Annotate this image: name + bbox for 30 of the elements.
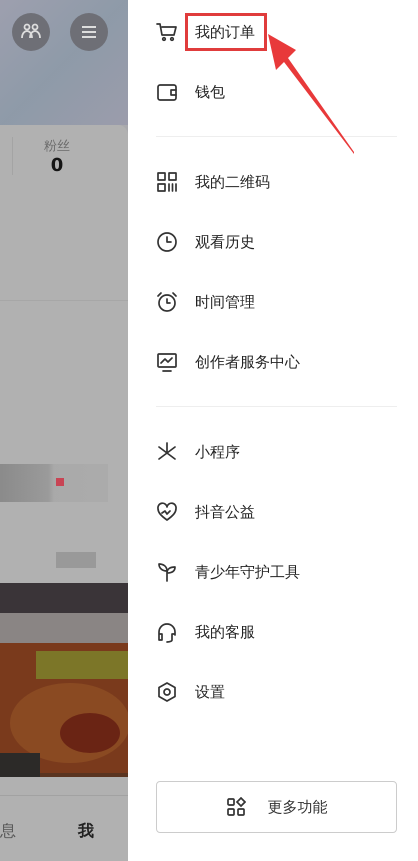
menu-item[interactable]: 青少年守护工具	[195, 562, 300, 582]
menu-item[interactable]: 我的二维码	[195, 172, 270, 192]
wallet-icon	[156, 81, 178, 103]
settings-icon	[156, 681, 178, 703]
monitor-icon	[156, 351, 178, 373]
stat-label: 粉丝	[44, 138, 70, 155]
menu-item[interactable]: 创作者服务中心	[195, 352, 300, 372]
menu-item[interactable]: 我的客服	[195, 622, 255, 642]
menu-item[interactable]: 钱包	[195, 82, 225, 102]
tab[interactable]: 我	[78, 821, 96, 842]
clock-icon	[156, 231, 178, 253]
menu-item[interactable]: 时间管理	[195, 292, 255, 312]
stat-value: 0	[50, 155, 64, 176]
menu-item[interactable]: 设置	[195, 682, 225, 702]
grid-icon	[226, 797, 246, 817]
menu-item[interactable]: 我的订单	[195, 22, 255, 42]
menu-item[interactable]: 观看历史	[195, 232, 255, 252]
friends-button[interactable]	[12, 13, 50, 51]
alarm-icon	[156, 291, 178, 313]
sprout-icon	[156, 561, 178, 583]
more-features-button[interactable]: 更多功能	[156, 781, 397, 833]
blurred-text	[56, 552, 96, 568]
qr-icon	[156, 171, 178, 193]
menu-item[interactable]: 小程序	[195, 442, 240, 462]
headset-icon	[156, 621, 178, 643]
heart-icon	[156, 501, 178, 523]
cart-icon	[156, 21, 178, 43]
menu-item[interactable]: 抖音公益	[195, 502, 255, 522]
menu-button[interactable]	[70, 13, 108, 51]
miniapp-icon	[156, 441, 178, 463]
